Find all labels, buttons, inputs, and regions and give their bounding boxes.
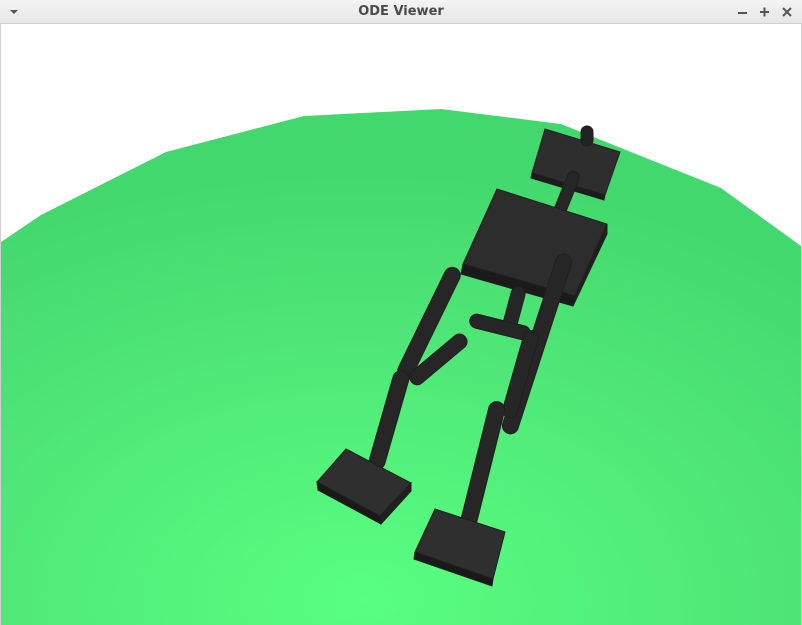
minimize-icon[interactable]	[735, 4, 751, 20]
3d-viewport[interactable]	[0, 24, 802, 625]
robot-antenna	[580, 125, 594, 147]
window-title: ODE Viewer	[358, 4, 444, 19]
close-icon[interactable]	[779, 4, 795, 20]
maximize-icon[interactable]	[757, 4, 773, 20]
title-bar[interactable]: ODE Viewer	[0, 0, 802, 24]
scene-canvas[interactable]	[1, 24, 802, 625]
app-window: ODE Viewer	[0, 0, 802, 625]
